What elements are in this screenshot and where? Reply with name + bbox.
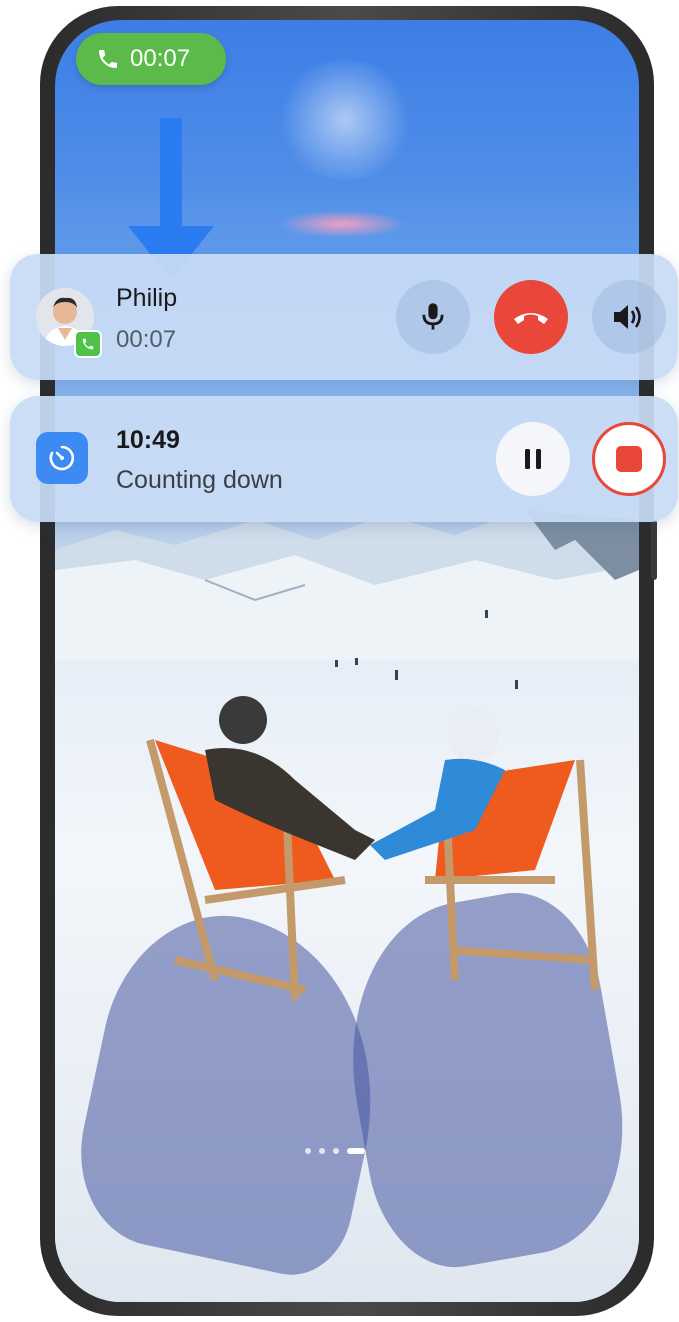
- microphone-icon: [422, 303, 444, 330]
- phone-side-button: [651, 520, 657, 580]
- call-notification-card[interactable]: Philip 00:07: [10, 254, 678, 380]
- timer-icon: [36, 432, 88, 484]
- ongoing-call-pill[interactable]: 00:07: [76, 33, 226, 85]
- hang-up-icon: [514, 313, 548, 324]
- timer-notification-card[interactable]: 10:49 Counting down: [10, 396, 678, 522]
- page-dot-active: [347, 1148, 365, 1154]
- timer-status-text: Counting down: [116, 466, 283, 494]
- mute-button[interactable]: [396, 280, 470, 354]
- speaker-icon: [614, 305, 641, 329]
- page-dot: [305, 1148, 311, 1154]
- call-pill-duration: 00:07: [130, 45, 191, 72]
- speaker-button[interactable]: [592, 280, 666, 354]
- page-dot: [319, 1148, 325, 1154]
- distant-skiers: [335, 610, 518, 689]
- phone-icon: [99, 50, 117, 68]
- home-page-indicator[interactable]: [305, 1148, 365, 1154]
- page-dot: [333, 1148, 339, 1154]
- call-duration: 00:07: [116, 326, 177, 353]
- pause-icon: [525, 449, 541, 469]
- hang-up-button[interactable]: [494, 280, 568, 354]
- pause-timer-button[interactable]: [496, 422, 570, 496]
- stop-timer-button[interactable]: [592, 422, 666, 496]
- caller-name: Philip: [116, 284, 178, 312]
- phone-badge-icon: [74, 330, 102, 358]
- timer-remaining-time: 10:49: [116, 426, 180, 454]
- stop-icon: [616, 446, 642, 472]
